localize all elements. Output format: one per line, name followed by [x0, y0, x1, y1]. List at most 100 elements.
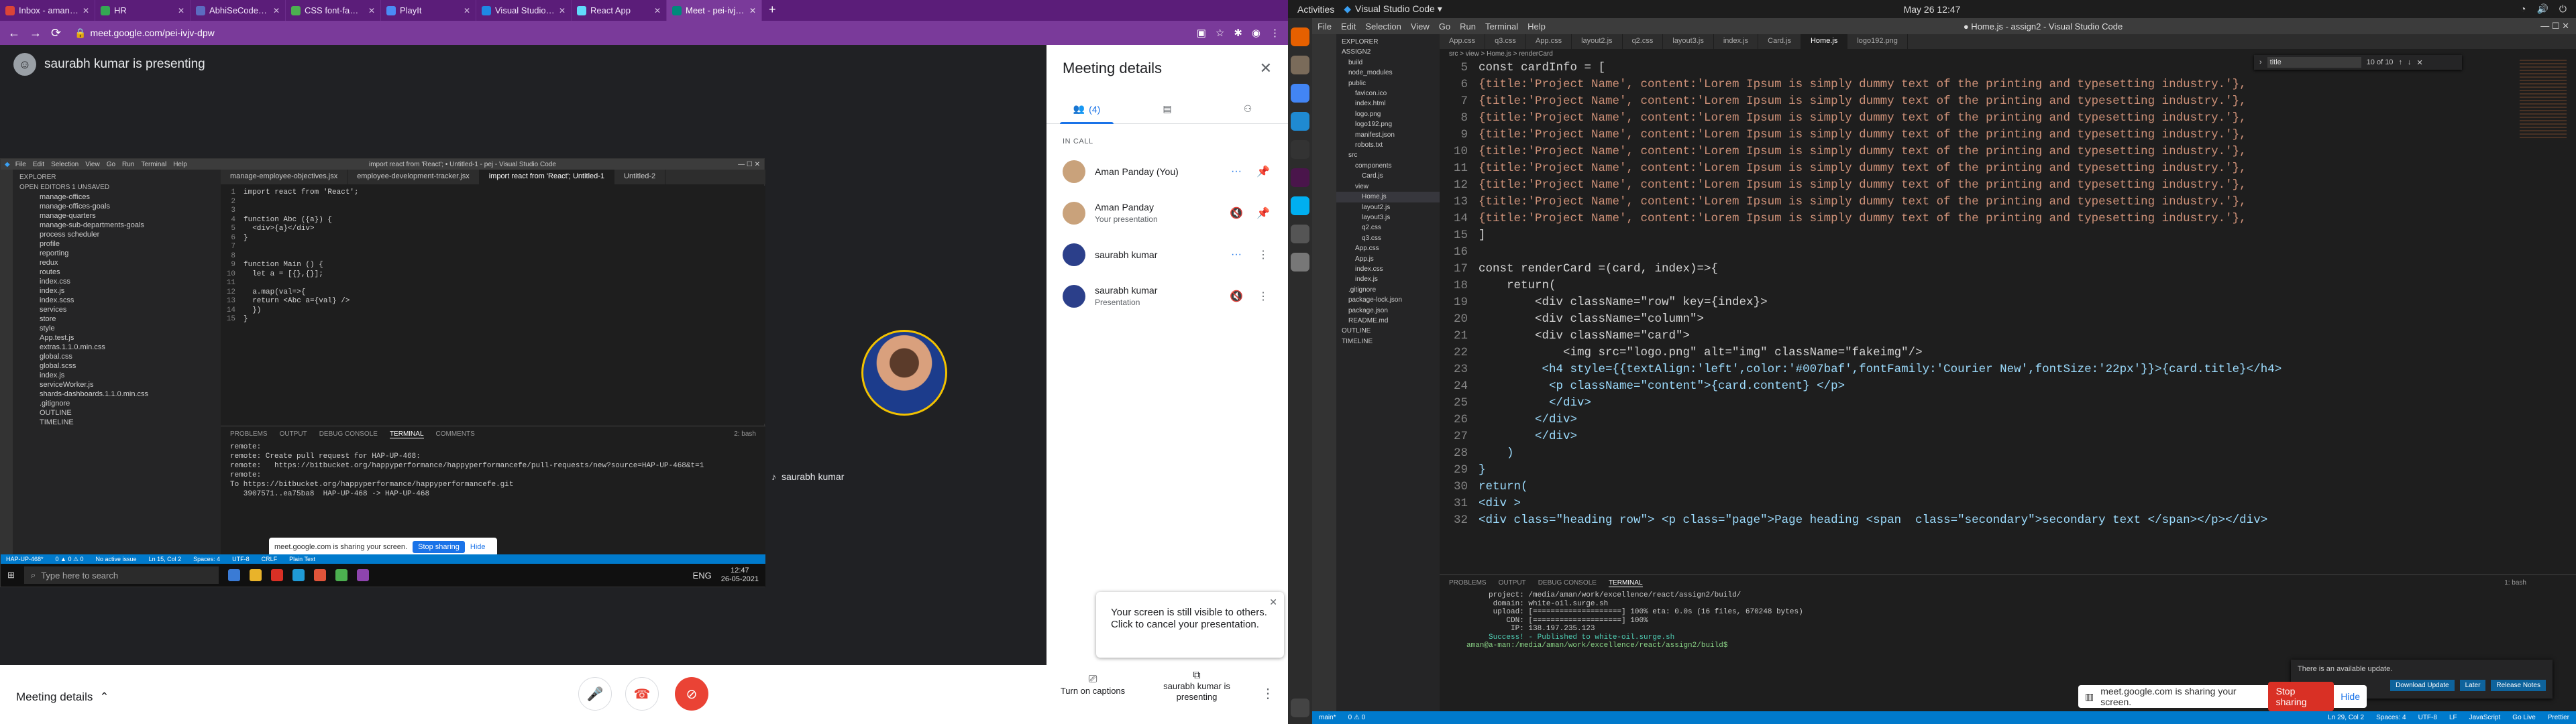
- browser-tab[interactable]: Meet - pei-ivjv-dpw ✕: [667, 0, 762, 21]
- status-item[interactable]: Ln 29, Col 2: [2328, 714, 2364, 721]
- profile-avatar[interactable]: ◉: [1252, 27, 1260, 39]
- file-tree-item[interactable]: layout3.js: [1336, 213, 1440, 223]
- file-tree-item[interactable]: view: [1336, 182, 1440, 192]
- close-icon[interactable]: ✕: [178, 6, 184, 15]
- file-tree-item[interactable]: manifest.json: [1336, 130, 1440, 140]
- mic-button[interactable]: 🎤: [578, 677, 612, 711]
- address-bar[interactable]: 🔒 meet.google.com/pei-ivjv-dpw: [74, 27, 215, 39]
- file-tree-item[interactable]: Card.js: [1336, 171, 1440, 181]
- tab-activities[interactable]: ⚇: [1208, 95, 1288, 123]
- update-button[interactable]: Later: [2459, 680, 2486, 691]
- forward-icon[interactable]: →: [30, 26, 42, 40]
- new-tab-icon[interactable]: +: [762, 3, 783, 21]
- pin-icon[interactable]: 📌: [1254, 165, 1272, 178]
- minimap[interactable]: [2520, 60, 2567, 140]
- arrow-up-icon[interactable]: ↑: [2398, 58, 2402, 66]
- file-tree-item[interactable]: OUTLINE: [1336, 326, 1440, 336]
- close-icon[interactable]: ✕: [83, 6, 89, 15]
- screen-visible-notice[interactable]: ✕ Your screen is still visible to others…: [1096, 592, 1284, 658]
- chrome-icon[interactable]: [1291, 84, 1309, 103]
- editor-tab[interactable]: index.js: [1714, 34, 1759, 49]
- code-editor[interactable]: 5 const cardInfo = [6 {title:'Project Name…: [1440, 60, 2466, 576]
- browser-tab[interactable]: React App ✕: [572, 0, 667, 21]
- close-icon[interactable]: ✕: [559, 6, 566, 15]
- browser-tab[interactable]: Inbox - amanp@excelle ✕: [0, 0, 95, 21]
- back-icon[interactable]: ←: [8, 26, 20, 40]
- editor-tab[interactable]: App.css: [1440, 34, 1486, 49]
- more-options-icon[interactable]: ⋮: [1261, 685, 1275, 702]
- file-tree-item[interactable]: index.html: [1336, 99, 1440, 109]
- file-tree-item[interactable]: Home.js: [1336, 192, 1440, 202]
- terminal-tab[interactable]: TERMINAL: [1608, 579, 1643, 587]
- star-icon[interactable]: ☆: [1216, 27, 1224, 39]
- app-menu[interactable]: Visual Studio Code ▾: [1355, 3, 1442, 15]
- reload-icon[interactable]: ⟳: [51, 26, 61, 40]
- close-icon[interactable]: ✕: [1269, 596, 1277, 608]
- camera-button[interactable]: ⊘: [675, 677, 708, 711]
- menu-item[interactable]: Go: [1439, 21, 1450, 32]
- skype-icon[interactable]: [1291, 196, 1309, 215]
- arrow-down-icon[interactable]: ↓: [2408, 58, 2412, 66]
- software-icon[interactable]: [1291, 253, 1309, 272]
- breadcrumb[interactable]: src > view > Home.js > renderCard: [1440, 49, 1562, 59]
- menu-item[interactable]: Terminal: [1485, 21, 1518, 32]
- update-button[interactable]: Release Notes: [2491, 680, 2546, 691]
- file-tree-item[interactable]: package-lock.json: [1336, 295, 1440, 305]
- close-icon[interactable]: ✕: [464, 6, 470, 15]
- status-item[interactable]: Spaces: 4: [2376, 714, 2406, 721]
- tab-people[interactable]: 👥 (4): [1046, 95, 1127, 124]
- vscode-icon[interactable]: [1291, 112, 1309, 131]
- editor-tab[interactable]: Card.js: [1758, 34, 1801, 49]
- editor-tab[interactable]: layout3.js: [1663, 34, 1714, 49]
- editor-tab[interactable]: App.css: [1526, 34, 1572, 49]
- menu-icon[interactable]: ⋮: [1270, 27, 1280, 39]
- update-button[interactable]: Download Update: [2390, 680, 2455, 691]
- file-tree-item[interactable]: q2.css: [1336, 223, 1440, 233]
- menu-item[interactable]: View: [1411, 21, 1430, 32]
- file-tree-item[interactable]: README.md: [1336, 316, 1440, 326]
- status-item[interactable]: main*: [1319, 714, 1336, 721]
- status-item[interactable]: Prettier: [2548, 714, 2569, 721]
- file-tree-item[interactable]: build: [1336, 58, 1440, 68]
- file-tree-item[interactable]: EXPLORER: [1336, 37, 1440, 47]
- file-tree-item[interactable]: TIMELINE: [1336, 337, 1440, 347]
- file-tree-item[interactable]: public: [1336, 78, 1440, 88]
- system-tray[interactable]: ◔ 🔊 ⏻: [2520, 3, 2576, 15]
- file-tree-item[interactable]: App.css: [1336, 243, 1440, 253]
- close-icon[interactable]: ✕: [2416, 58, 2422, 67]
- camera-blocked-icon[interactable]: ▣: [1197, 27, 1206, 39]
- clock[interactable]: May 26 12:47: [1904, 4, 1961, 15]
- file-tree-item[interactable]: index.css: [1336, 264, 1440, 274]
- editor-tab[interactable]: q3.css: [1485, 34, 1526, 49]
- files-icon[interactable]: [1291, 56, 1309, 74]
- firefox-icon[interactable]: [1291, 27, 1309, 46]
- status-item[interactable]: JavaScript: [2469, 714, 2501, 721]
- present-button[interactable]: ⧉ saurabh kumar is presenting: [1157, 670, 1237, 703]
- meeting-details-button[interactable]: Meeting details ⌃: [16, 690, 109, 704]
- file-tree-item[interactable]: src: [1336, 150, 1440, 160]
- editor-tab[interactable]: Home.js: [1801, 34, 1848, 49]
- chevron-right-icon[interactable]: ›: [2259, 58, 2262, 66]
- status-item[interactable]: Go Live: [2512, 714, 2535, 721]
- file-tree-item[interactable]: robots.txt: [1336, 140, 1440, 150]
- file-tree-item[interactable]: favicon.ico: [1336, 88, 1440, 99]
- file-tree-item[interactable]: index.js: [1336, 274, 1440, 284]
- terminal-tab[interactable]: DEBUG CONSOLE: [1538, 579, 1597, 587]
- menu-item[interactable]: File: [1318, 21, 1332, 32]
- editor-tab[interactable]: layout2.js: [1572, 34, 1623, 49]
- close-icon[interactable]: ✕: [273, 6, 280, 15]
- file-tree-item[interactable]: ASSIGN2: [1336, 47, 1440, 57]
- browser-tab[interactable]: CSS font-family prope ✕: [286, 0, 381, 21]
- file-tree-item[interactable]: node_modules: [1336, 68, 1440, 78]
- editor-tab[interactable]: logo192.png: [1847, 34, 1908, 49]
- leave-call-button[interactable]: ☎: [625, 677, 659, 711]
- more-options-icon[interactable]: ⋮: [1254, 248, 1272, 261]
- file-tree-item[interactable]: App.js: [1336, 254, 1440, 264]
- file-tree-item[interactable]: q3.css: [1336, 233, 1440, 243]
- settings-icon[interactable]: [1291, 225, 1309, 243]
- captions-button[interactable]: ⎚ Turn on captions: [1056, 674, 1130, 696]
- window-controls[interactable]: — ☐ ✕: [738, 161, 760, 168]
- browser-tab[interactable]: HR ✕: [95, 0, 191, 21]
- browser-tab[interactable]: Visual Studio Code - ✕: [476, 0, 572, 21]
- menu-item[interactable]: Edit: [1341, 21, 1356, 32]
